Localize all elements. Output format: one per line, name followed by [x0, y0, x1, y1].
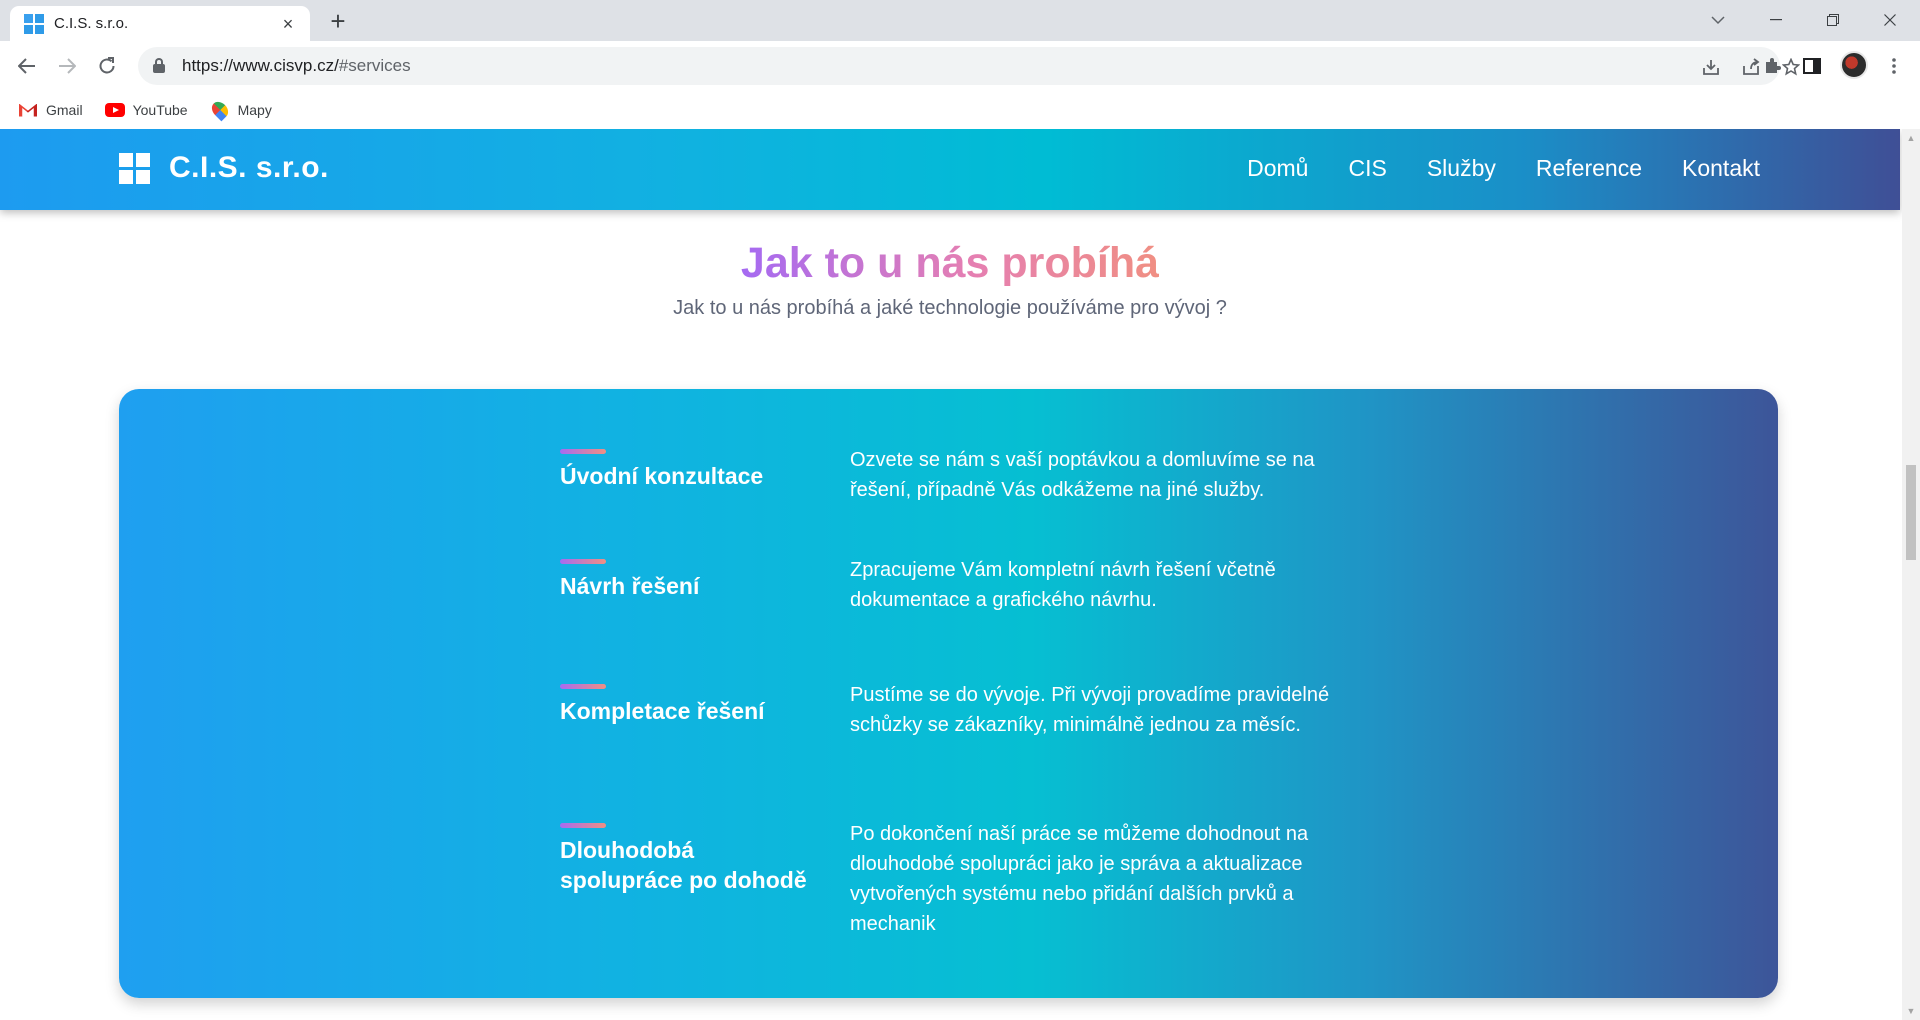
section-title: Jak to u nás probíhá: [740, 239, 1160, 287]
step-title: Dlouhodobá spolupráce po dohodě: [560, 837, 807, 893]
step-description: Ozvete se nám s vaší poptávkou a domluví…: [850, 449, 1315, 501]
restore-button[interactable]: [1809, 4, 1857, 36]
process-card: Úvodní konzultace Ozvete se nám s vaší p…: [119, 389, 1778, 998]
scroll-up-arrow-icon[interactable]: ▲: [1906, 133, 1916, 143]
step-title: Kompletace řešení: [560, 698, 765, 724]
step-description: Zpracujeme Vám kompletní návrh řešení vč…: [850, 559, 1276, 611]
logo-grid-icon: [119, 152, 150, 184]
forward-button[interactable]: [50, 49, 84, 83]
minimize-button[interactable]: [1752, 4, 1800, 36]
maps-icon: [208, 98, 231, 122]
step-description: Po dokončení naší práce se můžeme dohodn…: [850, 823, 1309, 935]
tab-close-icon[interactable]: ×: [278, 14, 298, 34]
main-navigation: Domů CIS Služby Reference Kontakt: [1207, 155, 1760, 182]
address-bar[interactable]: https://www.cisvp.cz/#services: [138, 47, 1800, 85]
tab-search-icon[interactable]: [1694, 4, 1742, 36]
bookmark-gmail[interactable]: Gmail: [18, 102, 83, 118]
step-accent-bar: [560, 684, 606, 689]
reload-button[interactable]: [90, 49, 124, 83]
install-app-icon[interactable]: [1700, 56, 1722, 78]
step-accent-bar: [560, 559, 606, 564]
logo-text: C.I.S. s.r.o.: [169, 151, 329, 184]
browser-tab-strip: C.I.S. s.r.o. × +: [0, 0, 1920, 41]
nav-link-reference[interactable]: Reference: [1536, 155, 1642, 182]
step-title: Návrh řešení: [560, 573, 700, 599]
bookmarks-bar: Gmail YouTube Mapy: [0, 91, 1920, 129]
youtube-icon: [104, 102, 125, 118]
bookmark-label: YouTube: [132, 102, 188, 118]
browser-toolbar: https://www.cisvp.cz/#services: [0, 41, 1920, 91]
tab-title: C.I.S. s.r.o.: [54, 15, 129, 32]
scroll-down-arrow-icon[interactable]: ▼: [1906, 1006, 1916, 1016]
step-accent-bar: [560, 449, 606, 454]
bookmark-label: Mapy: [237, 102, 272, 118]
back-button[interactable]: [10, 49, 44, 83]
nav-link-sluzby[interactable]: Služby: [1427, 155, 1496, 182]
extensions-icon[interactable]: [1758, 52, 1786, 80]
bookmark-mapy[interactable]: Mapy: [208, 98, 272, 122]
bookmark-youtube[interactable]: YouTube: [104, 102, 188, 118]
step-description: Pustíme se do vývoje. Při vývoji provadí…: [850, 684, 1330, 736]
browser-menu-icon[interactable]: [1880, 52, 1908, 80]
side-panel-icon[interactable]: [1798, 52, 1826, 80]
browser-tab[interactable]: C.I.S. s.r.o. ×: [10, 6, 310, 41]
nav-link-cis[interactable]: CIS: [1348, 155, 1386, 182]
step-accent-bar: [560, 823, 606, 828]
nav-link-domu[interactable]: Domů: [1247, 155, 1308, 182]
gmail-icon: [18, 102, 38, 118]
site-header: C.I.S. s.r.o. Domů CIS Služby Reference …: [0, 129, 1900, 210]
page-scrollbar[interactable]: ▲ ▼: [1902, 129, 1920, 1020]
step-title: Úvodní konzultace: [560, 463, 764, 489]
site-logo[interactable]: C.I.S. s.r.o.: [119, 151, 329, 185]
new-tab-button[interactable]: +: [324, 8, 352, 36]
page-viewport: C.I.S. s.r.o. Domů CIS Služby Reference …: [0, 129, 1902, 1020]
scrollbar-thumb[interactable]: [1906, 465, 1916, 560]
profile-avatar[interactable]: [1840, 51, 1868, 79]
url-text: https://www.cisvp.cz/#services: [182, 56, 411, 75]
nav-link-kontakt[interactable]: Kontakt: [1682, 155, 1760, 182]
bookmark-label: Gmail: [46, 102, 83, 118]
section-subtitle: Jak to u nás probíhá a jaké technologie …: [673, 297, 1227, 319]
close-window-button[interactable]: [1866, 4, 1914, 36]
site-favicon-icon: [24, 13, 44, 34]
lock-icon[interactable]: [152, 58, 166, 74]
